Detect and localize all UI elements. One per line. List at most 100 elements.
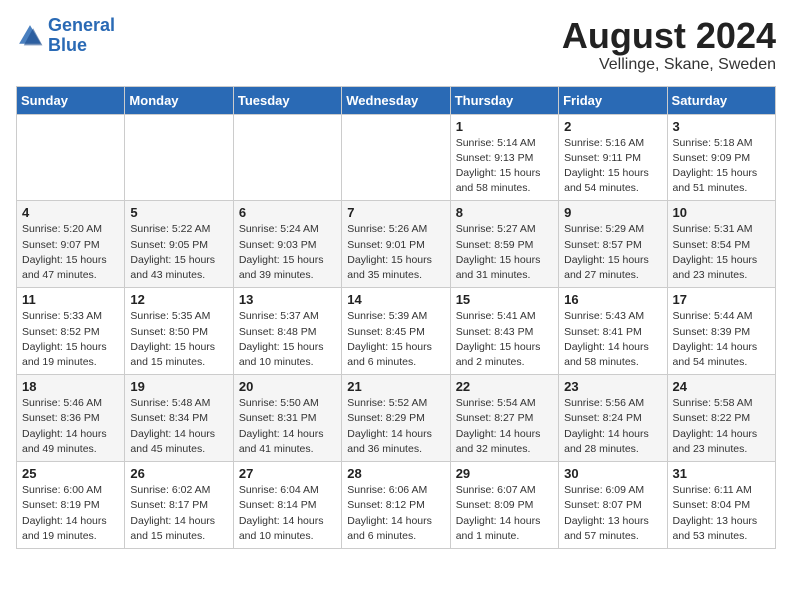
calendar-cell: 28 Sunrise: 6:06 AM Sunset: 8:12 PM Dayli…: [342, 462, 450, 549]
day-number: 28: [347, 466, 444, 481]
calendar-cell: 8Sunrise: 5:27 AM Sunset: 8:59 PM Daylig…: [450, 201, 558, 288]
calendar-cell: 25Sunrise: 6:00 AM Sunset: 8:19 PM Dayli…: [17, 462, 125, 549]
day-number: 3: [673, 119, 770, 134]
title-block: August 2024 Vellinge, Skane, Sweden: [562, 16, 776, 74]
day-info: Sunrise: 5:48 AM Sunset: 8:34 PM Dayligh…: [130, 396, 227, 457]
day-number: 19: [130, 379, 227, 394]
calendar-cell: [125, 114, 233, 201]
calendar-cell: [342, 114, 450, 201]
day-number: 13: [239, 292, 336, 307]
day-number: 22: [456, 379, 553, 394]
calendar-table: SundayMondayTuesdayWednesdayThursdayFrid…: [16, 86, 776, 549]
calendar-cell: 20 Sunrise: 5:50 AM Sunset: 8:31 PM Dayli…: [233, 375, 341, 462]
day-info: Sunrise: 5:24 AM Sunset: 9:03 PM Dayligh…: [239, 222, 336, 283]
day-number: 20: [239, 379, 336, 394]
calendar-week-5: 25Sunrise: 6:00 AM Sunset: 8:19 PM Dayli…: [17, 462, 776, 549]
day-info: Sunrise: 5:22 AM Sunset: 9:05 PM Dayligh…: [130, 222, 227, 283]
calendar-cell: 29 Sunrise: 6:07 AM Sunset: 8:09 PM Dayli…: [450, 462, 558, 549]
weekday-header-monday: Monday: [125, 86, 233, 114]
weekday-header-thursday: Thursday: [450, 86, 558, 114]
day-info: Sunrise: 5:43 AM Sunset: 8:41 PM Dayligh…: [564, 309, 661, 370]
weekday-header-tuesday: Tuesday: [233, 86, 341, 114]
calendar-cell: 21 Sunrise: 5:52 AM Sunset: 8:29 PM Dayli…: [342, 375, 450, 462]
day-number: 6: [239, 205, 336, 220]
calendar-cell: 26 Sunrise: 6:02 AM Sunset: 8:17 PM Dayli…: [125, 462, 233, 549]
day-info: Sunrise: 5:58 AM Sunset: 8:22 PM Dayligh…: [673, 396, 770, 457]
day-number: 11: [22, 292, 119, 307]
day-number: 17: [673, 292, 770, 307]
day-info: Sunrise: 5:41 AM Sunset: 8:43 PM Dayligh…: [456, 309, 553, 370]
calendar-cell: 14 Sunrise: 5:39 AM Sunset: 8:45 PM Dayli…: [342, 288, 450, 375]
calendar-cell: 3 Sunrise: 5:18 AM Sunset: 9:09 PM Daylig…: [667, 114, 775, 201]
calendar-cell: 13 Sunrise: 5:37 AM Sunset: 8:48 PM Dayli…: [233, 288, 341, 375]
day-info: Sunrise: 5:18 AM Sunset: 9:09 PM Dayligh…: [673, 136, 770, 197]
calendar-cell: 2Sunrise: 5:16 AM Sunset: 9:11 PM Daylig…: [559, 114, 667, 201]
calendar-cell: 5 Sunrise: 5:22 AM Sunset: 9:05 PM Daylig…: [125, 201, 233, 288]
calendar-cell: 4 Sunrise: 5:20 AM Sunset: 9:07 PM Daylig…: [17, 201, 125, 288]
day-info: Sunrise: 6:02 AM Sunset: 8:17 PM Dayligh…: [130, 483, 227, 544]
day-info: Sunrise: 5:37 AM Sunset: 8:48 PM Dayligh…: [239, 309, 336, 370]
month-year-title: August 2024: [562, 16, 776, 56]
calendar-cell: [17, 114, 125, 201]
day-number: 14: [347, 292, 444, 307]
day-info: Sunrise: 6:09 AM Sunset: 8:07 PM Dayligh…: [564, 483, 661, 544]
day-number: 30: [564, 466, 661, 481]
location-title: Vellinge, Skane, Sweden: [562, 56, 776, 74]
weekday-header-saturday: Saturday: [667, 86, 775, 114]
day-info: Sunrise: 5:56 AM Sunset: 8:24 PM Dayligh…: [564, 396, 661, 457]
calendar-week-1: 1 Sunrise: 5:14 AM Sunset: 9:13 PM Daylig…: [17, 114, 776, 201]
weekday-header-sunday: Sunday: [17, 86, 125, 114]
day-info: Sunrise: 6:11 AM Sunset: 8:04 PM Dayligh…: [673, 483, 770, 544]
day-info: Sunrise: 5:14 AM Sunset: 9:13 PM Dayligh…: [456, 136, 553, 197]
calendar-cell: [233, 114, 341, 201]
page-header: General Blue August 2024 Vellinge, Skane…: [16, 16, 776, 74]
calendar-cell: 31 Sunrise: 6:11 AM Sunset: 8:04 PM Dayli…: [667, 462, 775, 549]
day-number: 27: [239, 466, 336, 481]
day-number: 24: [673, 379, 770, 394]
day-number: 31: [673, 466, 770, 481]
day-info: Sunrise: 5:35 AM Sunset: 8:50 PM Dayligh…: [130, 309, 227, 370]
logo-blue: Blue: [48, 35, 87, 55]
calendar-cell: 30 Sunrise: 6:09 AM Sunset: 8:07 PM Dayli…: [559, 462, 667, 549]
calendar-cell: 1 Sunrise: 5:14 AM Sunset: 9:13 PM Daylig…: [450, 114, 558, 201]
day-number: 26: [130, 466, 227, 481]
day-info: Sunrise: 5:26 AM Sunset: 9:01 PM Dayligh…: [347, 222, 444, 283]
day-number: 29: [456, 466, 553, 481]
day-info: Sunrise: 5:44 AM Sunset: 8:39 PM Dayligh…: [673, 309, 770, 370]
day-number: 10: [673, 205, 770, 220]
day-number: 7: [347, 205, 444, 220]
calendar-cell: 11 Sunrise: 5:33 AM Sunset: 8:52 PM Dayli…: [17, 288, 125, 375]
calendar-cell: 10Sunrise: 5:31 AM Sunset: 8:54 PM Dayli…: [667, 201, 775, 288]
day-info: Sunrise: 5:39 AM Sunset: 8:45 PM Dayligh…: [347, 309, 444, 370]
calendar-cell: 19 Sunrise: 5:48 AM Sunset: 8:34 PM Dayli…: [125, 375, 233, 462]
day-number: 18: [22, 379, 119, 394]
day-number: 16: [564, 292, 661, 307]
day-number: 12: [130, 292, 227, 307]
weekday-header-wednesday: Wednesday: [342, 86, 450, 114]
day-number: 15: [456, 292, 553, 307]
calendar-cell: 17 Sunrise: 5:44 AM Sunset: 8:39 PM Dayli…: [667, 288, 775, 375]
calendar-cell: 9Sunrise: 5:29 AM Sunset: 8:57 PM Daylig…: [559, 201, 667, 288]
day-info: Sunrise: 5:20 AM Sunset: 9:07 PM Dayligh…: [22, 222, 119, 283]
day-info: Sunrise: 5:50 AM Sunset: 8:31 PM Dayligh…: [239, 396, 336, 457]
day-info: Sunrise: 6:06 AM Sunset: 8:12 PM Dayligh…: [347, 483, 444, 544]
day-number: 8: [456, 205, 553, 220]
day-info: Sunrise: 5:16 AM Sunset: 9:11 PM Dayligh…: [564, 136, 661, 197]
day-number: 5: [130, 205, 227, 220]
calendar-week-2: 4 Sunrise: 5:20 AM Sunset: 9:07 PM Daylig…: [17, 201, 776, 288]
day-info: Sunrise: 5:33 AM Sunset: 8:52 PM Dayligh…: [22, 309, 119, 370]
calendar-cell: 18 Sunrise: 5:46 AM Sunset: 8:36 PM Dayli…: [17, 375, 125, 462]
day-info: Sunrise: 6:04 AM Sunset: 8:14 PM Dayligh…: [239, 483, 336, 544]
day-number: 23: [564, 379, 661, 394]
day-info: Sunrise: 5:52 AM Sunset: 8:29 PM Dayligh…: [347, 396, 444, 457]
calendar-week-3: 11 Sunrise: 5:33 AM Sunset: 8:52 PM Dayli…: [17, 288, 776, 375]
calendar-cell: 15 Sunrise: 5:41 AM Sunset: 8:43 PM Dayli…: [450, 288, 558, 375]
logo-icon: [16, 22, 44, 50]
weekday-header-friday: Friday: [559, 86, 667, 114]
calendar-cell: 24 Sunrise: 5:58 AM Sunset: 8:22 PM Dayli…: [667, 375, 775, 462]
day-number: 21: [347, 379, 444, 394]
day-info: Sunrise: 5:46 AM Sunset: 8:36 PM Dayligh…: [22, 396, 119, 457]
day-number: 4: [22, 205, 119, 220]
day-info: Sunrise: 6:07 AM Sunset: 8:09 PM Dayligh…: [456, 483, 553, 544]
day-number: 1: [456, 119, 553, 134]
